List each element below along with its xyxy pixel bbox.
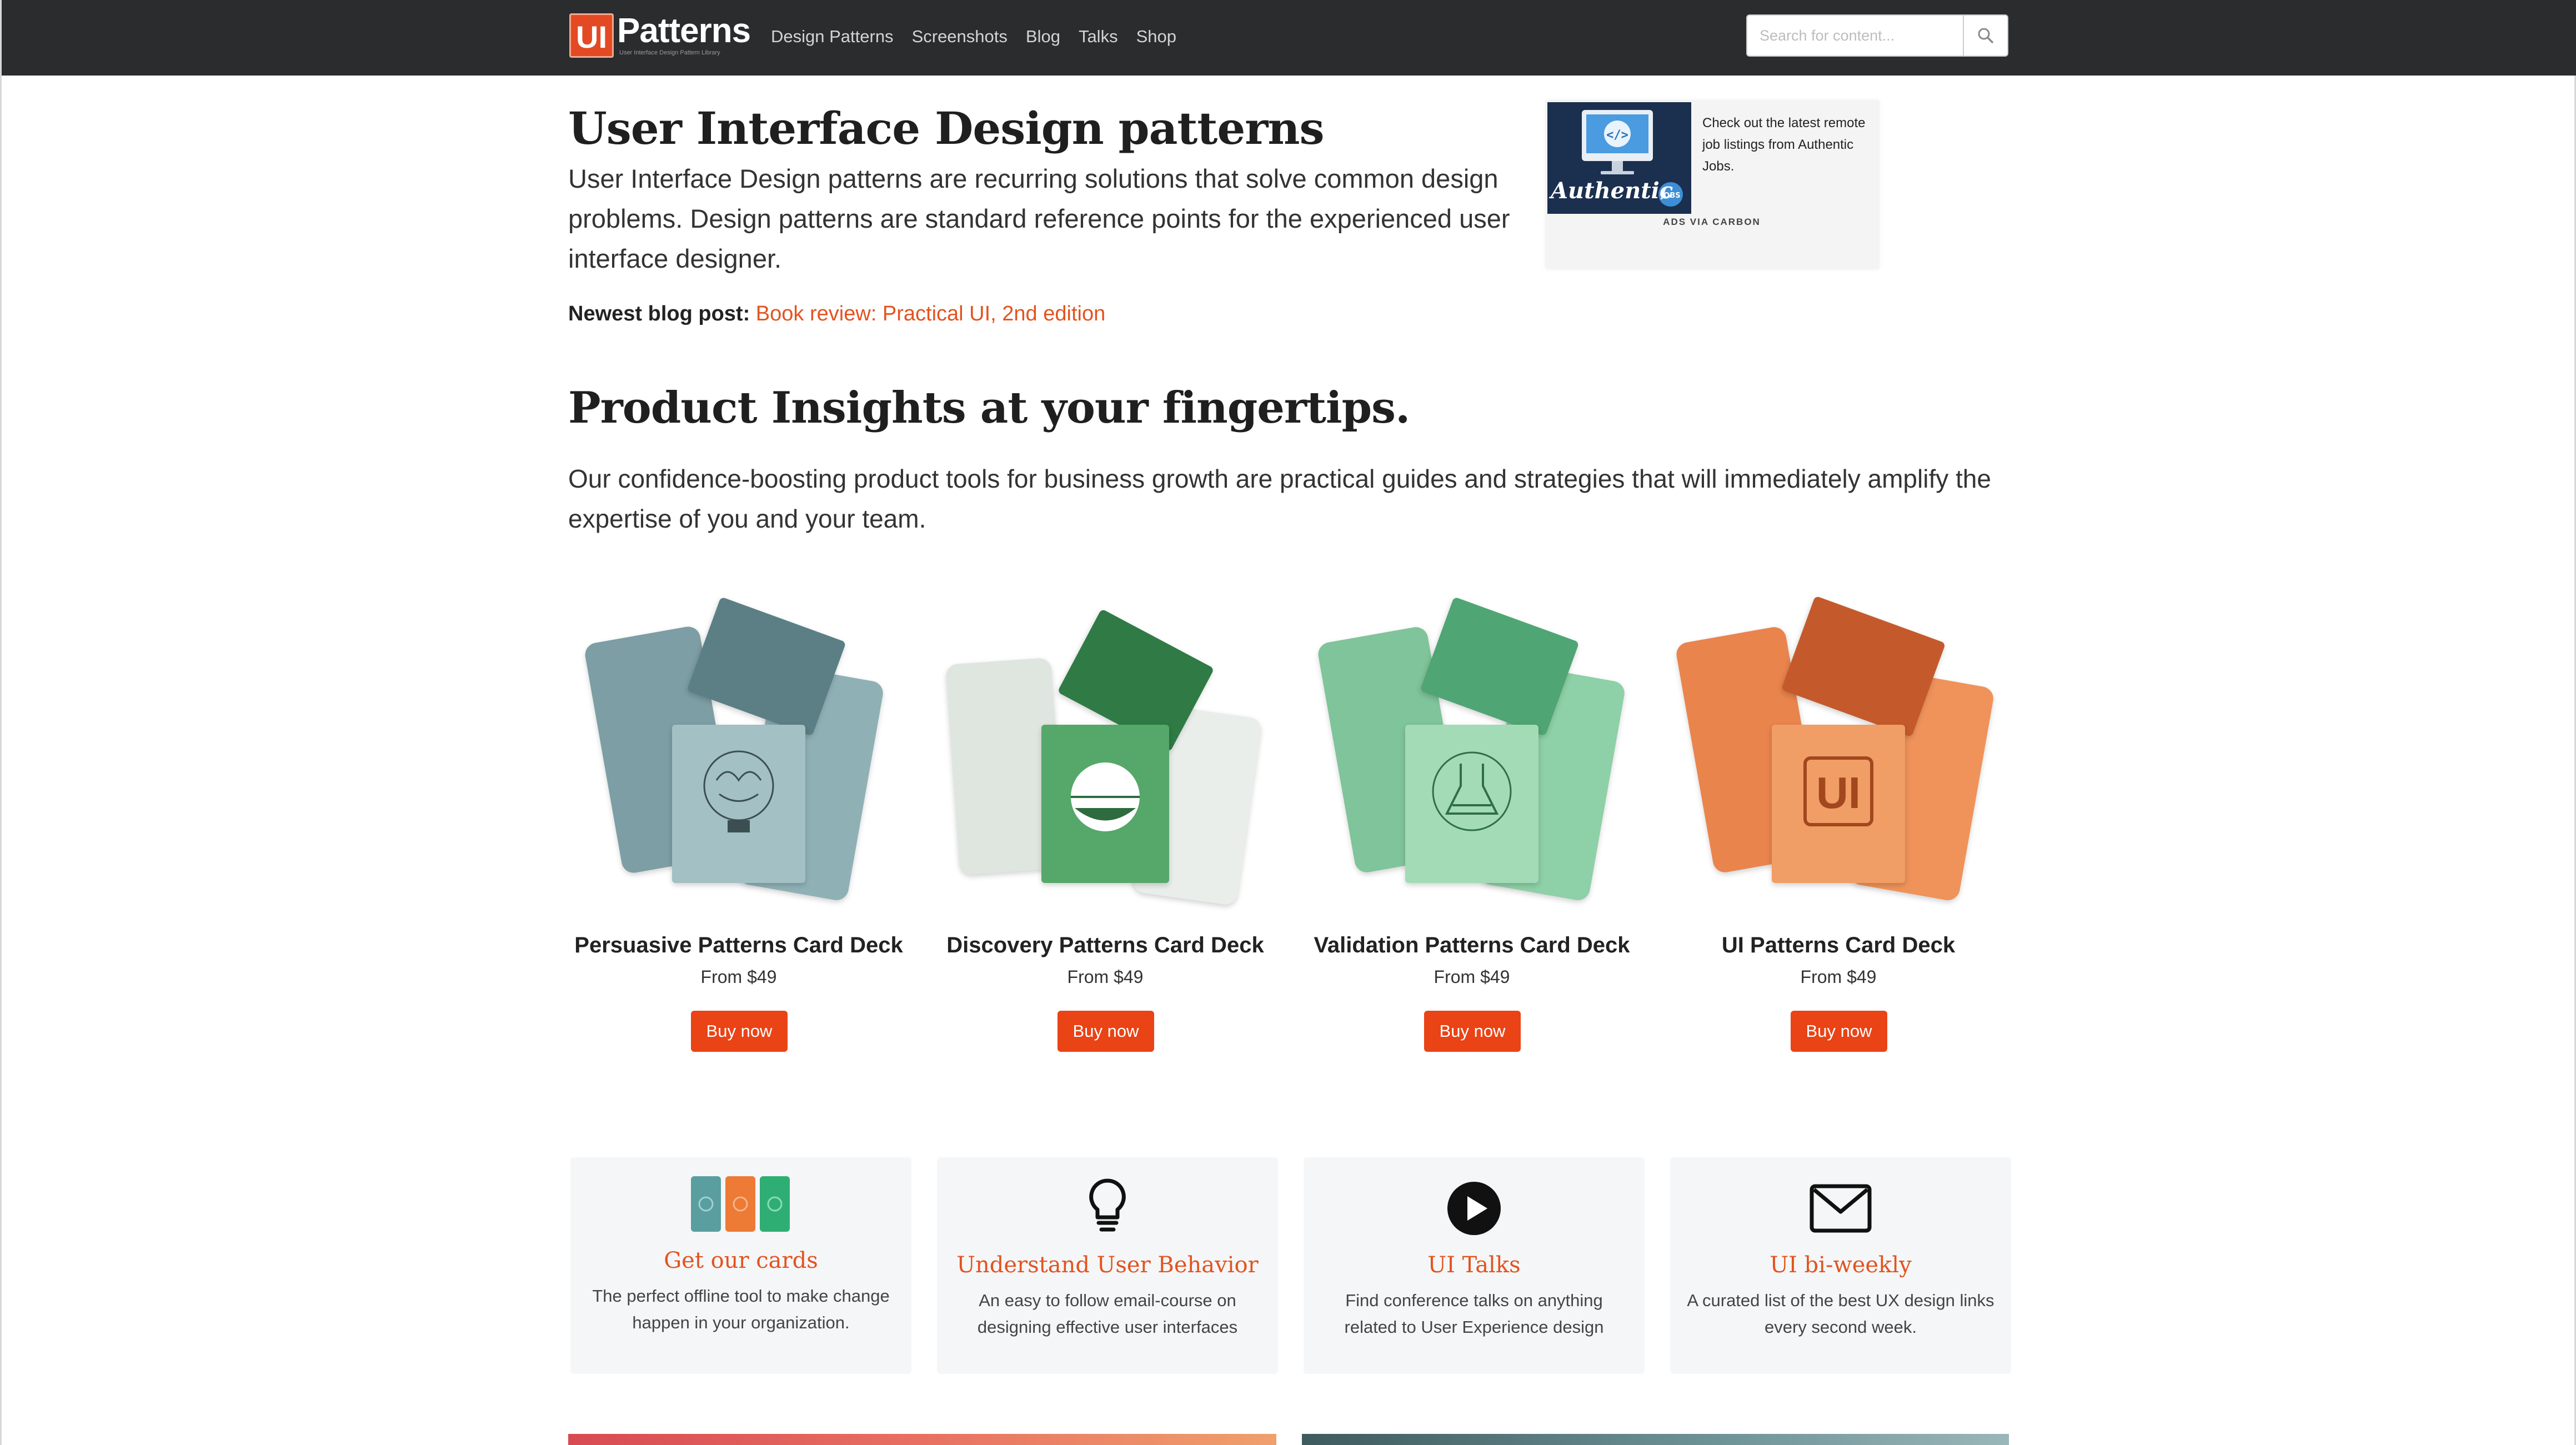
cards-icon <box>570 1176 911 1232</box>
feature-desc: Find conference talks on anything relate… <box>1344 1291 1604 1337</box>
ad-via-carbon[interactable]: ADS VIA CARBON <box>1547 217 1876 228</box>
promo-banner-right[interactable] <box>1302 1434 2009 1445</box>
feature-desc: The perfect offline tool to make change … <box>592 1286 890 1332</box>
search-input[interactable] <box>1746 14 1963 57</box>
search-button[interactable] <box>1963 14 2008 57</box>
ad-text[interactable]: Check out the latest remote job listings… <box>1702 112 1869 177</box>
top-navbar: UI Patterns User Interface Design Patter… <box>2 0 2576 76</box>
feature-desc: An easy to follow email-course on design… <box>977 1291 1238 1337</box>
search-form <box>1746 14 2008 57</box>
insights-title: Product Insights at your fingertips. <box>568 383 1410 433</box>
blog-post-link[interactable]: Book review: Practical UI, 2nd edition <box>756 302 1105 325</box>
search-icon <box>1978 28 1993 43</box>
product-name[interactable]: Discovery Patterns Card Deck <box>939 931 1272 960</box>
nav-link-talks[interactable]: Talks <box>1079 24 1118 49</box>
play-icon <box>1304 1181 1645 1236</box>
product-name[interactable]: Validation Patterns Card Deck <box>1305 931 1638 960</box>
feature-title: UI bi-weekly <box>1770 1252 1912 1278</box>
product-price: From $49 <box>1434 967 1510 987</box>
product-price: From $49 <box>1067 967 1144 987</box>
ad-image[interactable]: </> JOBS Authentic <box>1547 102 1691 214</box>
logo-text: Patterns <box>617 12 751 50</box>
main-nav: Design Patterns Screenshots Blog Talks S… <box>771 24 1176 49</box>
product-price: From $49 <box>1800 967 1877 987</box>
product-price: From $49 <box>700 967 777 987</box>
buy-now-button[interactable]: Buy now <box>1791 1011 1887 1052</box>
carbon-ad: </> JOBS Authentic Check out the latest … <box>1545 100 1880 269</box>
promo-banner-left[interactable] <box>568 1434 1276 1445</box>
nav-link-screenshots[interactable]: Screenshots <box>912 24 1008 49</box>
product-name[interactable]: UI Patterns Card Deck <box>1672 931 2005 960</box>
feature-desc: A curated list of the best UX design lin… <box>1687 1291 1994 1337</box>
feature-ui-talks[interactable]: UI Talks Find conference talks on anythi… <box>1304 1157 1645 1374</box>
nav-link-blog[interactable]: Blog <box>1026 24 1060 49</box>
lightbulb-icon <box>937 1177 1278 1235</box>
buy-now-button[interactable]: Buy now <box>691 1011 788 1052</box>
nav-link-shop[interactable]: Shop <box>1136 24 1176 49</box>
newest-blog-post: Newest blog post: Book review: Practical… <box>568 296 1105 332</box>
insights-lead: Our confidence-boosting product tools fo… <box>568 464 1991 533</box>
feature-get-cards[interactable]: Get our cards The perfect offline tool t… <box>570 1157 911 1374</box>
svg-text:</>: </> <box>1606 128 1628 142</box>
logo-mark: UI <box>569 13 614 58</box>
feature-title: Get our cards <box>664 1248 818 1273</box>
page-title: User Interface Design patterns <box>568 102 1325 154</box>
nav-link-design-patterns[interactable]: Design Patterns <box>771 24 894 49</box>
ad-brand: Authentic <box>1551 178 1673 204</box>
product-name[interactable]: Persuasive Patterns Card Deck <box>572 931 905 960</box>
blog-label: Newest blog post: <box>568 302 750 325</box>
feature-title: UI Talks <box>1427 1252 1521 1278</box>
hero-lead: User Interface Design patterns are recur… <box>568 164 1510 273</box>
feature-user-behavior[interactable]: Understand User Behavior An easy to foll… <box>937 1157 1278 1374</box>
buy-now-button[interactable]: Buy now <box>1058 1011 1154 1052</box>
logo-tagline: User Interface Design Pattern Library <box>619 49 720 56</box>
buy-now-button[interactable]: Buy now <box>1424 1011 1521 1052</box>
envelope-icon <box>1670 1184 2011 1233</box>
feature-ui-biweekly[interactable]: UI bi-weekly A curated list of the best … <box>1670 1157 2011 1374</box>
feature-title: Understand User Behavior <box>956 1252 1259 1278</box>
site-logo[interactable]: UI Patterns User Interface Design Patter… <box>569 12 751 60</box>
